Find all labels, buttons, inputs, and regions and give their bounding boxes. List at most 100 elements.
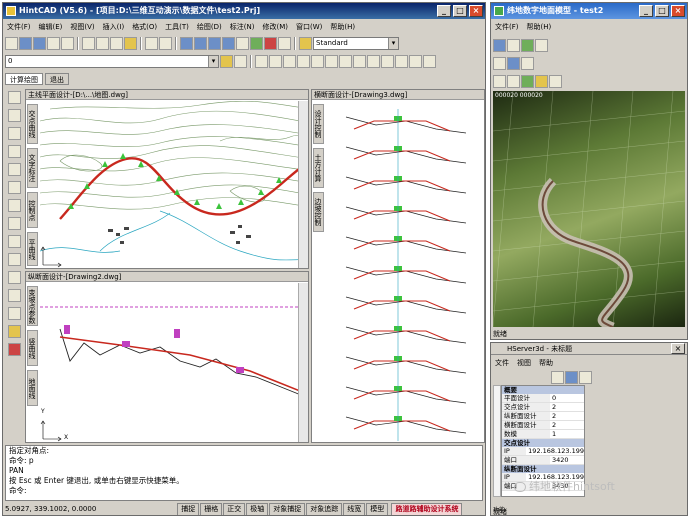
match-prop-icon[interactable] <box>124 36 137 50</box>
texture-icon[interactable] <box>521 74 534 88</box>
construction-line-icon[interactable] <box>7 109 21 122</box>
maximize-button[interactable]: □ <box>453 5 467 17</box>
rectangle-icon[interactable] <box>7 163 21 176</box>
draw-tool-icon[interactable] <box>381 54 394 68</box>
minimize-button[interactable]: _ <box>437 5 451 17</box>
cross-vtab-3[interactable]: 边坡控制 <box>313 192 324 232</box>
model-maximize-button[interactable]: □ <box>655 5 669 17</box>
draw-tool-icon[interactable] <box>283 54 296 68</box>
zoom-window-icon[interactable] <box>208 36 221 50</box>
server-close-button[interactable]: × <box>671 343 685 354</box>
profile-scrollbar[interactable] <box>298 283 308 442</box>
undo-icon[interactable] <box>145 36 158 50</box>
plan-vtab-4[interactable]: 平曲线 <box>27 232 38 266</box>
point-icon[interactable] <box>7 271 21 284</box>
zoom-realtime-icon[interactable] <box>194 36 207 50</box>
draw-tool-icon[interactable] <box>353 54 366 68</box>
open-icon[interactable] <box>19 36 32 50</box>
text-style-icon[interactable] <box>299 36 312 50</box>
text-icon[interactable] <box>7 325 21 338</box>
design-center-icon[interactable] <box>250 36 263 50</box>
server-new-icon[interactable] <box>551 370 564 384</box>
plan-vtab-1[interactable]: 交点曲线 <box>27 104 38 144</box>
model-menu-item-0[interactable]: 文件(F) <box>495 21 519 33</box>
status-toggle-6[interactable]: 线宽 <box>343 503 366 515</box>
help-icon[interactable] <box>278 36 291 50</box>
main-menu-item-8[interactable]: 修改(M) <box>262 21 288 33</box>
main-menu-item-10[interactable]: 帮助(H) <box>330 21 355 33</box>
save-model-icon[interactable] <box>507 56 520 70</box>
main-menu-item-4[interactable]: 格式(O) <box>132 21 157 33</box>
model-menu-item-1[interactable]: 帮助(H) <box>527 21 552 33</box>
draw-tool-icon[interactable] <box>423 54 436 68</box>
profile-vtab-2[interactable]: 竖曲线 <box>27 330 38 366</box>
server-print-icon[interactable] <box>579 370 592 384</box>
pan-icon[interactable] <box>180 36 193 50</box>
model-minimize-button[interactable]: _ <box>639 5 653 17</box>
command-prompt[interactable]: 命令: <box>9 486 482 496</box>
terrain-icon[interactable] <box>521 38 534 52</box>
layer-combo[interactable]: 0 ▾ <box>5 54 219 68</box>
cross-vtab-2[interactable]: 土方计算 <box>313 148 324 188</box>
draw-tool-icon[interactable] <box>269 54 282 68</box>
profile-vtab-1[interactable]: 变坡点参数 <box>27 286 38 326</box>
status-toggle-3[interactable]: 极轴 <box>246 503 269 515</box>
view-icon[interactable] <box>507 74 520 88</box>
paste-icon[interactable] <box>110 36 123 50</box>
redo-icon[interactable] <box>159 36 172 50</box>
draw-tool-icon[interactable] <box>325 54 338 68</box>
copy-icon[interactable] <box>96 36 109 50</box>
rotate-icon[interactable] <box>493 38 506 52</box>
circle-icon[interactable] <box>7 199 21 212</box>
properties-icon[interactable] <box>236 36 249 50</box>
polyline-icon[interactable] <box>7 127 21 140</box>
arc-icon[interactable] <box>7 181 21 194</box>
status-toggle-2[interactable]: 正交 <box>223 503 246 515</box>
zoom-previous-icon[interactable] <box>222 36 235 50</box>
main-menu-item-1[interactable]: 编辑(E) <box>39 21 63 33</box>
block-icon[interactable] <box>7 253 21 266</box>
cross-vtab-1[interactable]: 设计控制 <box>313 104 324 144</box>
magnet-icon[interactable] <box>7 343 21 356</box>
tool-palette-icon[interactable] <box>264 36 277 50</box>
line-icon[interactable] <box>7 91 21 104</box>
plan-scrollbar[interactable] <box>298 101 308 268</box>
view-icon[interactable] <box>493 74 506 88</box>
draw-tool-icon[interactable] <box>409 54 422 68</box>
terrain-viewport[interactable]: 000020 000020 <box>493 91 685 327</box>
text-style-combo[interactable]: Standard ▾ <box>313 36 399 50</box>
server-menu-item-1[interactable]: 视图 <box>517 357 531 369</box>
status-toggle-0[interactable]: 捕捉 <box>177 503 200 515</box>
zoom-icon[interactable] <box>507 38 520 52</box>
main-menu-item-7[interactable]: 标注(N) <box>230 21 255 33</box>
command-window[interactable]: 指定对角点: 命令: p PAN 按 Esc 或 Enter 键退出, 或单击右… <box>5 445 483 501</box>
main-menu-item-2[interactable]: 视图(V) <box>70 21 94 33</box>
draw-tool-icon[interactable] <box>339 54 352 68</box>
close-button[interactable]: × <box>469 5 483 17</box>
main-menu-item-9[interactable]: 窗口(W) <box>296 21 322 33</box>
model-close-button[interactable]: × <box>671 5 685 17</box>
cross-section-pane[interactable]: 横断面设计-[Drawing3.dwg] 设计控制 土方计算 边坡控制 <box>311 89 485 443</box>
main-menu-item-6[interactable]: 绘图(D) <box>197 21 222 33</box>
status-toggle-7[interactable]: 模型 <box>366 503 389 515</box>
profile-design-pane[interactable]: 纵断面设计-[Drawing2.dwg] 变坡点参数 竖曲线 地面线 Y X <box>25 271 309 443</box>
region-icon[interactable] <box>7 307 21 320</box>
server-save-icon[interactable] <box>565 370 578 384</box>
new-icon[interactable] <box>5 36 18 50</box>
help-icon[interactable] <box>549 74 562 88</box>
save-icon[interactable] <box>33 36 46 50</box>
tab-exit[interactable]: 退出 <box>45 73 69 85</box>
status-toggle-1[interactable]: 栅格 <box>200 503 223 515</box>
plan-design-pane[interactable]: 主线平面设计-[D:\...\地图.dwg] 交点曲线 文字标注 控制点 平曲线 <box>25 89 309 269</box>
layer-previous-icon[interactable] <box>234 54 247 68</box>
preview-icon[interactable] <box>61 36 74 50</box>
draw-tool-icon[interactable] <box>311 54 324 68</box>
main-menu-item-3[interactable]: 插入(I) <box>103 21 125 33</box>
print-icon[interactable] <box>47 36 60 50</box>
layer-manager-icon[interactable] <box>220 54 233 68</box>
spline-icon[interactable] <box>7 217 21 230</box>
export-icon[interactable] <box>521 56 534 70</box>
tab-compute-draw[interactable]: 计算绘图 <box>5 73 43 85</box>
draw-tool-icon[interactable] <box>297 54 310 68</box>
draw-tool-icon[interactable] <box>395 54 408 68</box>
